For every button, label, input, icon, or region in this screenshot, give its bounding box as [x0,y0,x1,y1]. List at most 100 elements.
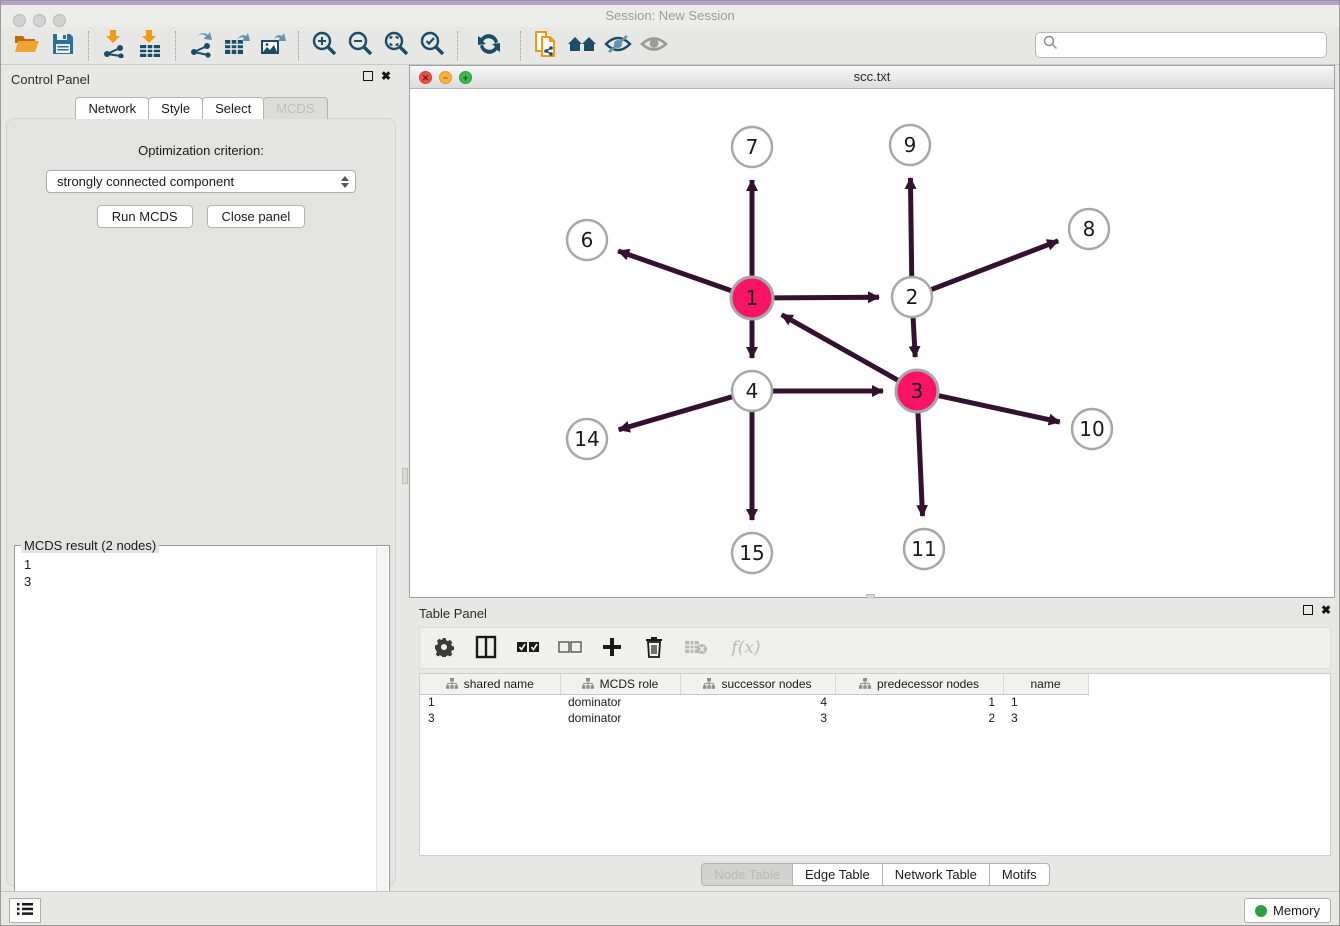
node-label-2: 2 [906,285,919,309]
network-minimize-button[interactable]: − [439,71,452,84]
column-header-MCDS-role[interactable]: MCDS role [560,674,680,694]
checked-boxes-icon [516,641,540,656]
edge-3-11[interactable] [918,412,923,516]
memory-button[interactable]: Memory [1244,898,1331,923]
edge-3-1[interactable] [782,315,899,381]
zoom-window-button[interactable] [53,14,66,27]
import-table-button[interactable] [132,29,168,63]
edge-1-2[interactable] [773,297,879,298]
window-title: Session: New Session [1,5,1339,27]
column-chooser-button[interactable] [472,633,500,663]
delete-table-button[interactable] [682,633,710,663]
toolbar-separator [175,31,176,61]
tab-mcds[interactable]: MCDS [263,97,327,119]
table-toolbar: f(x) [419,627,1331,669]
close-panel-icon[interactable]: ✖ [1321,605,1331,615]
cell-successor-nodes[interactable]: 3 [680,710,835,726]
tab-style[interactable]: Style [148,97,203,119]
zoom-out-button[interactable] [342,29,378,63]
save-icon [51,32,75,59]
network-window-titlebar[interactable]: ✕ − + scc.txt [410,66,1334,89]
column-header-predecessor-nodes[interactable]: predecessor nodes [835,674,1003,694]
float-panel-icon[interactable] [1303,605,1313,615]
toolbar-separator [298,31,299,61]
tab-edge-table[interactable]: Edge Table [792,863,883,886]
column-header-successor-nodes[interactable]: successor nodes [680,674,835,694]
zoom-fit-button[interactable] [378,29,414,63]
cell-successor-nodes[interactable]: 4 [680,694,835,710]
tab-motifs[interactable]: Motifs [989,863,1050,886]
import-network-button[interactable] [96,29,132,63]
cell-name[interactable]: 1 [1003,694,1088,710]
deselect-all-button[interactable] [556,633,584,663]
float-panel-icon[interactable] [363,71,373,81]
hide-panels-button[interactable] [600,29,636,63]
refresh-view-button[interactable] [471,29,507,63]
edge-4-14[interactable] [619,397,733,430]
close-window-button[interactable] [13,14,26,27]
show-panels-button[interactable] [636,29,672,63]
close-panel-button[interactable]: Close panel [207,205,306,228]
edge-3-10[interactable] [938,395,1060,422]
delete-column-button[interactable] [640,633,668,663]
column-header-name[interactable]: name [1003,674,1088,694]
mcds-result-box: MCDS result (2 nodes) 1 3 [14,545,390,923]
close-panel-icon[interactable]: ✖ [381,71,391,81]
cell-shared-name[interactable]: 3 [420,710,560,726]
tree-sort-icon [859,678,871,689]
zoom-fit-icon [382,30,410,61]
home-view-button[interactable] [564,29,600,63]
cell-name[interactable]: 3 [1003,710,1088,726]
network-snapshot-button[interactable] [528,29,564,63]
cell-MCDS-role[interactable]: dominator [560,710,680,726]
toolbar-separator [520,31,521,61]
tab-network[interactable]: Network [75,97,149,119]
edge-1-6[interactable] [618,251,732,291]
column-header-shared-name[interactable]: shared name [420,674,560,694]
mcds-result-scrollbar[interactable] [376,547,388,921]
tab-node-table[interactable]: Node Table [701,863,793,886]
node-label-8: 8 [1083,217,1096,241]
tab-select[interactable]: Select [202,97,264,119]
run-mcds-button[interactable]: Run MCDS [97,205,193,228]
plus-icon [602,637,622,660]
cell-predecessor-nodes[interactable]: 2 [835,710,1003,726]
cell-filler [1088,694,1104,710]
toolbar-separator [88,31,89,61]
status-bar: Memory [1,891,1339,926]
minimize-window-button[interactable] [33,14,46,27]
export-table-button[interactable] [219,29,255,63]
criterion-dropdown[interactable]: strongly connected component [46,170,356,193]
export-network-icon [188,30,214,61]
function-builder-button[interactable]: f(x) [724,633,768,663]
search-box[interactable] [1035,32,1327,58]
node-table[interactable]: shared nameMCDS rolesuccessor nodesprede… [419,673,1331,856]
table-panel-header: Table Panel ✖ [409,599,1340,625]
cell-shared-name[interactable]: 1 [420,694,560,710]
add-column-button[interactable] [598,633,626,663]
network-canvas[interactable]: 7968124314101511 [410,89,1334,597]
save-session-button[interactable] [45,29,81,63]
divider-grab-handle[interactable] [402,468,408,484]
network-maximize-button[interactable]: + [459,71,472,84]
network-close-button[interactable]: ✕ [419,71,432,84]
cell-MCDS-role[interactable]: dominator [560,694,680,710]
edge-2-3[interactable] [913,317,915,357]
table-row[interactable]: 1dominator411 [420,694,1104,710]
tab-network-table[interactable]: Network Table [882,863,990,886]
panel-divider[interactable] [401,65,409,891]
export-network-button[interactable] [183,29,219,63]
edge-2-8[interactable] [931,241,1059,290]
edge-2-9[interactable] [910,178,911,277]
select-all-button[interactable] [514,633,542,663]
zoom-in-button[interactable] [306,29,342,63]
table-settings-button[interactable] [430,633,458,663]
open-session-button[interactable] [9,29,45,63]
task-history-button[interactable] [9,898,41,923]
refresh-icon [475,30,503,61]
search-input[interactable] [1063,38,1326,53]
table-row[interactable]: 3dominator323 [420,710,1104,726]
cell-predecessor-nodes[interactable]: 1 [835,694,1003,710]
export-image-button[interactable] [255,29,291,63]
zoom-selected-button[interactable] [414,29,450,63]
